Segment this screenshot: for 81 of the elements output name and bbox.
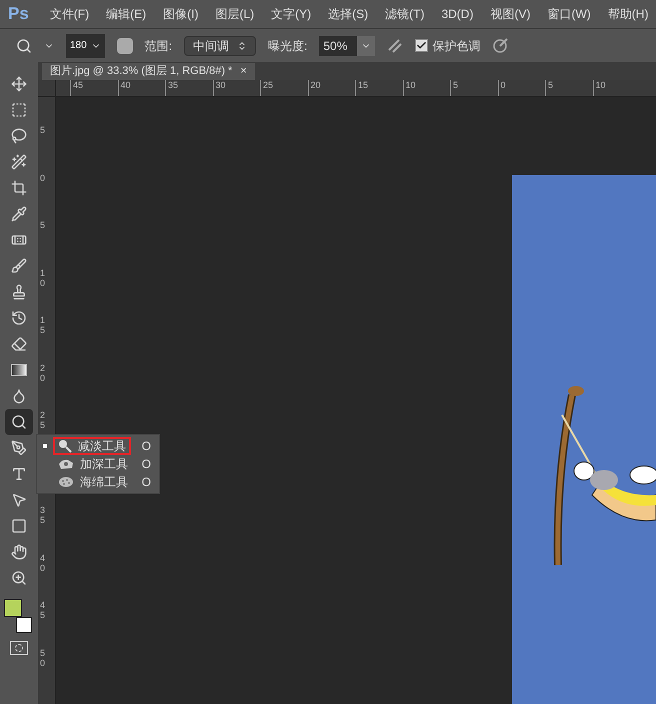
protect-tones-label: 保护色调 (432, 38, 480, 54)
gradient-icon (11, 364, 27, 376)
tool-name: 减淡工具 (78, 438, 126, 455)
crop-tool-icon (11, 180, 27, 196)
ruler-label: 5 (40, 125, 45, 135)
ruler-label: 40 (40, 552, 45, 572)
tool-name: 海绵工具 (80, 474, 128, 491)
hand-tool-icon (11, 544, 27, 560)
ruler-label: 10 (592, 80, 606, 96)
document-tab[interactable]: 图片.jpg @ 33.3% (图层 1, RGB/8#) * × (42, 63, 255, 80)
menu-item[interactable]: 3D(D) (441, 5, 474, 23)
foreground-color-swatch[interactable] (4, 599, 22, 617)
ruler-label: 50 (40, 648, 45, 668)
ruler-label: 45 (40, 600, 45, 620)
close-tab-button[interactable]: × (240, 63, 247, 80)
blur-tool-icon (11, 388, 27, 404)
ruler-label: 35 (40, 505, 45, 525)
pen-tool-icon (11, 440, 27, 456)
ruler-label: 40 (118, 80, 131, 96)
app-logo: Ps (8, 3, 29, 26)
shortcut-key: O (142, 437, 151, 455)
eraser-tool-icon (11, 336, 27, 352)
menu-item[interactable]: 帮助(H) (608, 5, 648, 23)
ruler-label: 5 (450, 80, 458, 96)
exposure-field[interactable]: 50% (319, 36, 376, 56)
lasso-tool-icon (11, 128, 27, 144)
ruler-label: 30 (212, 80, 226, 96)
menu-item[interactable]: 文件(F) (50, 5, 90, 23)
menu-item[interactable]: 编辑(E) (106, 5, 146, 23)
shortcut-key: O (142, 473, 151, 491)
ruler-label: 35 (165, 80, 178, 96)
marquee-tool-icon (11, 102, 27, 118)
ruler-label: 5 (545, 80, 554, 96)
flyout-menu-item[interactable]: 加深工具 O (37, 455, 159, 473)
menu-item[interactable]: 图像(I) (163, 5, 198, 23)
ruler-label: 10 (40, 268, 45, 288)
tool-name: 加深工具 (80, 456, 128, 473)
eyedropper-tool-icon (11, 206, 27, 222)
menu-item[interactable]: 图层(L) (215, 5, 254, 23)
ruler-label: 25 (40, 410, 45, 430)
type-tool-icon (11, 466, 27, 482)
background-color-swatch[interactable] (16, 617, 32, 633)
zoom-tool-icon (11, 570, 27, 586)
tool-button[interactable] (5, 409, 33, 435)
shortcut-key: O (142, 455, 151, 473)
menu-item[interactable]: 窗口(W) (547, 5, 591, 23)
stamp-tool-icon (11, 284, 27, 300)
ruler-label: 45 (70, 80, 84, 96)
ruler-label: 25 (260, 80, 274, 96)
ruler-label: 5 (40, 220, 45, 230)
dodge-icon (58, 439, 72, 453)
exposure-label: 曝光度: (268, 38, 308, 54)
path-tool-icon (11, 492, 27, 508)
shape-tool-icon (11, 518, 27, 534)
ruler-label: 15 (40, 315, 45, 335)
burn-icon (58, 458, 74, 470)
ruler-label: 20 (40, 362, 45, 382)
selected-bullet-icon (43, 444, 47, 448)
ruler-label: 20 (308, 80, 321, 96)
brush-tool-icon (11, 258, 27, 274)
wand-tool-icon (11, 154, 27, 170)
sponge-icon (58, 476, 74, 488)
brush-preset-picker[interactable]: 180 (66, 34, 105, 58)
history-tool-icon (11, 310, 27, 326)
ruler-label: 0 (498, 80, 506, 96)
quick-mask-button[interactable] (10, 641, 28, 655)
move-tool-icon (11, 76, 27, 92)
check-icon (416, 40, 428, 51)
ruler-label: 15 (355, 80, 368, 96)
menu-item[interactable]: 滤镜(T) (385, 5, 424, 23)
protect-tones-checkbox[interactable] (415, 39, 428, 52)
flyout-menu-item[interactable]: 海绵工具 O (37, 473, 159, 491)
updown-icon (237, 40, 248, 50)
ruler-label: 10 (402, 80, 416, 96)
menu-item[interactable]: 文字(Y) (271, 5, 312, 23)
menu-item[interactable]: 选择(S) (328, 5, 368, 23)
range-label: 范围: (144, 38, 172, 54)
menu-item[interactable]: 视图(V) (490, 5, 530, 23)
brush-size: 180 (70, 39, 87, 53)
ruler-label: 0 (40, 172, 45, 182)
range-select[interactable]: 中间调 (184, 36, 256, 56)
